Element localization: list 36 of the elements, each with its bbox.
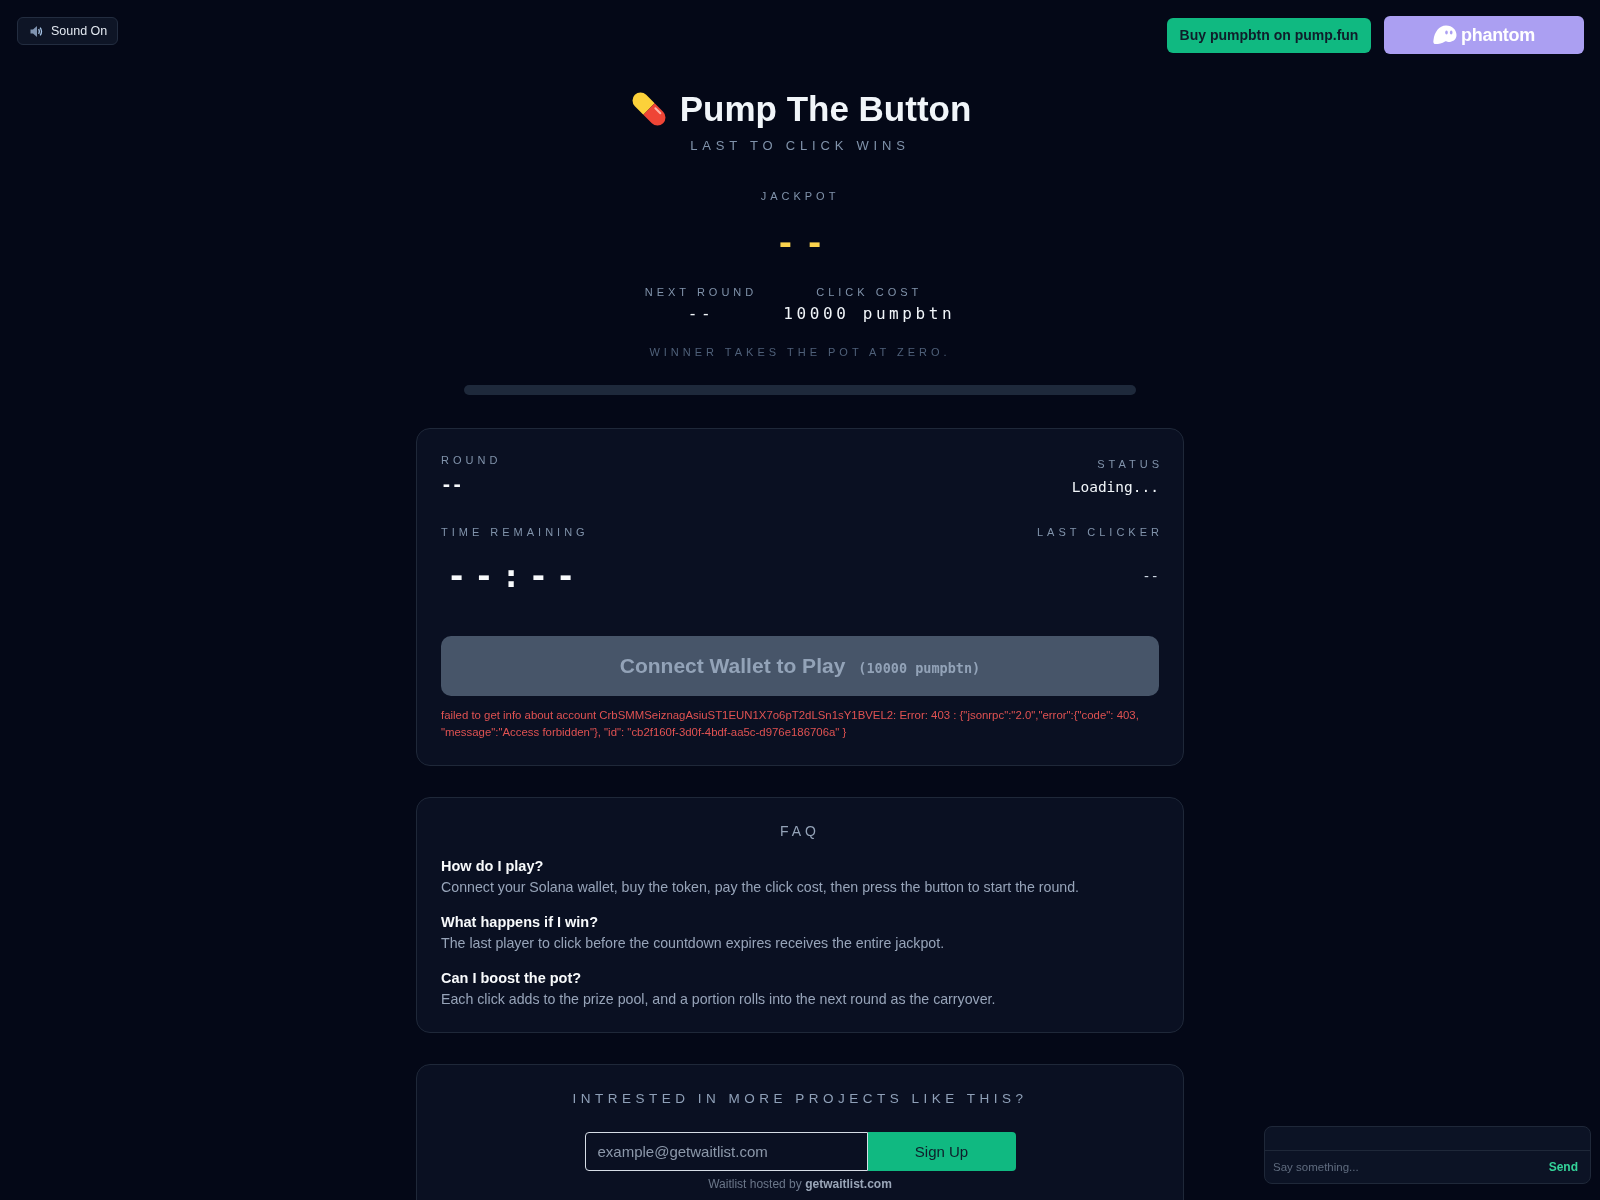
field-label: STATUS (1097, 457, 1163, 471)
page-title: Pump The Button (679, 88, 972, 129)
jackpot-label: JACKPOT (760, 189, 840, 203)
faq-answer: The last player to click before the countdown expires receives the entire jackpot. (441, 934, 946, 953)
faq-question: How do I play? (441, 857, 545, 875)
field-label: LAST CLICKER (1036, 525, 1163, 539)
faq-question: What happens if I win? (441, 913, 600, 931)
field-label: ROUND (441, 453, 502, 467)
waitlist-credit: Waitlist hosted by getwaitlist.com (707, 1177, 893, 1191)
status-text: Loading... (1071, 478, 1159, 497)
buy-token-button[interactable]: Buy pumpbtn on pump.fun (1167, 17, 1371, 53)
rules-note: WINNER TAKES THE POT AT ZERO. (649, 345, 951, 359)
stat-value: 10000 pumpbtn (783, 304, 956, 324)
signup-button[interactable]: Sign Up (867, 1132, 1016, 1171)
faq-question: Can I boost the pot? (441, 969, 583, 987)
ghost-icon (1433, 25, 1458, 45)
send-button[interactable]: Send (1548, 1160, 1578, 1174)
stat-label: CLICK COST (816, 285, 923, 299)
speaker-icon (30, 24, 43, 38)
stat-value: -- (687, 304, 715, 324)
field-value: -- (441, 473, 463, 497)
sound-toggle-button[interactable]: Sound On (17, 17, 119, 45)
getwaitlist-link[interactable]: getwaitlist.com (805, 1177, 892, 1191)
jackpot-value: -- (774, 225, 835, 261)
tagline: LAST TO CLICK WINS (690, 138, 910, 154)
chat-input[interactable]: Say something... (1273, 1161, 1549, 1173)
field-label: TIME REMAINING (441, 525, 589, 539)
field-value: -- (1142, 567, 1159, 586)
error-message: failed to get info about account CrbSMMSeiznagAsiuST1EUN1X7o6pT2dLSn1sY1BVEL2: Error: 403 : {"jsonrpc":"2.0","error":{"code": 403, "message":"Access forbidden"}, "id": "cb2f160f-3d0f-4bdf-aa5c-d976e186706a" } (441, 708, 1140, 740)
faq-title: FAQ (779, 822, 821, 840)
faq-answer: Each click adds to the prize pool, and a portion rolls into the next round as the carryover. (441, 990, 997, 1009)
faq-answer: Connect your Solana wallet, buy the token, pay the click cost, then press the button to start the round. (441, 878, 1081, 897)
stat-label: NEXT ROUND (644, 285, 758, 299)
countdown-timer: --:-- (446, 556, 584, 596)
email-input[interactable]: example@getwaitlist.com (584, 1132, 868, 1171)
waitlist-heading: INTRESTED IN MORE PROJECTS LIKE THIS? (571, 1090, 1029, 1108)
